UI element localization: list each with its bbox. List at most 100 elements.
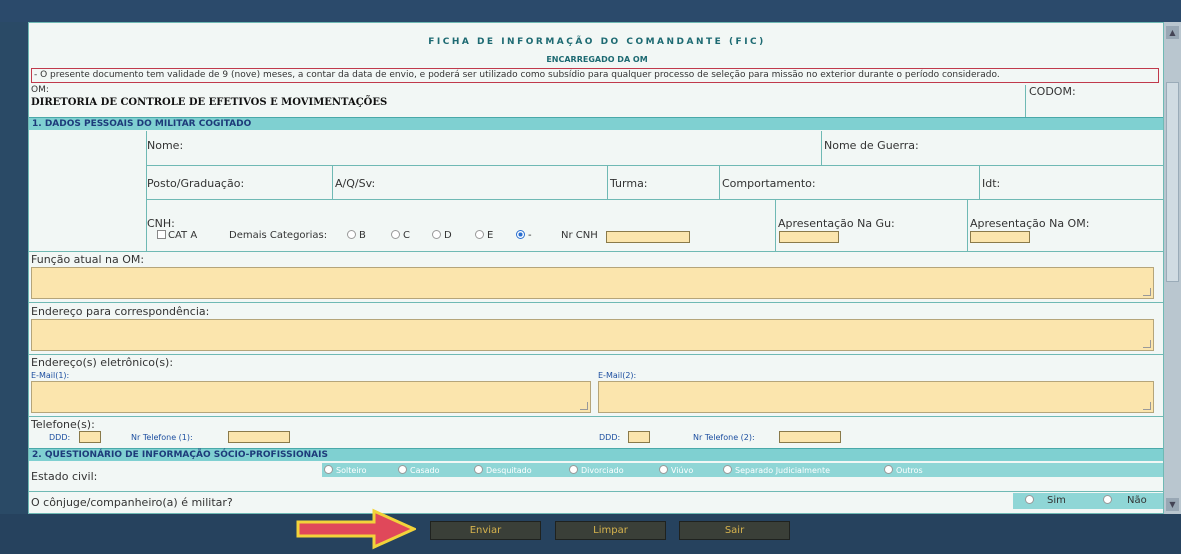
radio-icon[interactable] bbox=[1025, 495, 1034, 504]
scroll-thumb[interactable] bbox=[1166, 82, 1179, 282]
email2-label: E-Mail(2): bbox=[598, 371, 637, 380]
tel2-input[interactable] bbox=[779, 431, 841, 443]
nome-guerra-label: Nome de Guerra: bbox=[824, 139, 919, 152]
radio-selected-icon[interactable] bbox=[516, 230, 525, 239]
solteiro-label: Solteiro bbox=[336, 466, 367, 475]
cat-c-label: C bbox=[403, 230, 410, 241]
emails-label: Endereço(s) eletrônico(s): bbox=[31, 356, 174, 369]
radio-icon[interactable] bbox=[569, 465, 578, 474]
cat-e-label: E bbox=[487, 230, 494, 241]
radio-icon[interactable] bbox=[432, 230, 441, 239]
divider bbox=[146, 165, 1163, 166]
estado-desquitado[interactable]: Desquitado bbox=[474, 465, 532, 475]
apres-om-input[interactable] bbox=[970, 231, 1030, 243]
divider bbox=[29, 354, 1163, 355]
cat-a-option[interactable]: CAT A bbox=[157, 230, 197, 241]
estado-solteiro[interactable]: Solteiro bbox=[324, 465, 366, 475]
comportamento-label: Comportamento: bbox=[722, 177, 816, 190]
divider bbox=[29, 491, 1163, 492]
tel1-label: Nr Telefone (1): bbox=[131, 433, 193, 442]
tel1-input[interactable] bbox=[228, 431, 290, 443]
estado-casado[interactable]: Casado bbox=[398, 465, 440, 475]
estado-civil-label: Estado civil: bbox=[31, 470, 98, 483]
enviar-button[interactable]: Enviar bbox=[430, 521, 541, 540]
cat-c-option[interactable]: C bbox=[391, 230, 410, 241]
estado-separado[interactable]: Separado Judicialmente bbox=[723, 465, 830, 475]
endereco-textarea[interactable] bbox=[31, 319, 1154, 351]
cat-none-label: - bbox=[528, 230, 532, 241]
radio-icon[interactable] bbox=[884, 465, 893, 474]
divider bbox=[719, 165, 720, 199]
tel2-label: Nr Telefone (2): bbox=[693, 433, 755, 442]
radio-icon[interactable] bbox=[391, 230, 400, 239]
sair-button[interactable]: Sair bbox=[679, 521, 790, 540]
email1-textarea[interactable] bbox=[31, 381, 591, 413]
idt-label: Idt: bbox=[982, 177, 1001, 190]
funcao-label: Função atual na OM: bbox=[31, 253, 145, 266]
radio-icon[interactable] bbox=[1103, 495, 1112, 504]
om-value: DIRETORIA DE CONTROLE DE EFETIVOS E MOVI… bbox=[31, 97, 388, 108]
demais-label: Demais Categorias: bbox=[229, 230, 328, 241]
endereco-label: Endereço para correspondência: bbox=[31, 305, 210, 318]
cat-b-option[interactable]: B bbox=[347, 230, 366, 241]
apres-om-label: Apresentação Na OM: bbox=[970, 217, 1090, 230]
posto-label: Posto/Graduação: bbox=[147, 177, 245, 190]
divider bbox=[775, 199, 776, 251]
ddd1-label: DDD: bbox=[49, 433, 71, 442]
divorciado-label: Divorciado bbox=[581, 466, 624, 475]
radio-icon[interactable] bbox=[474, 465, 483, 474]
radio-icon[interactable] bbox=[659, 465, 668, 474]
vertical-scrollbar[interactable]: ▲ ▼ bbox=[1164, 22, 1181, 514]
codom-label: CODOM: bbox=[1029, 85, 1076, 98]
conjuge-sim[interactable]: Sim bbox=[1025, 495, 1066, 506]
om-label: OM: bbox=[31, 85, 49, 95]
radio-icon[interactable] bbox=[347, 230, 356, 239]
turma-label: Turma: bbox=[610, 177, 648, 190]
estado-viuvo[interactable]: Viúvo bbox=[659, 465, 693, 475]
divider bbox=[967, 199, 968, 251]
radio-icon[interactable] bbox=[324, 465, 333, 474]
cat-e-option[interactable]: E bbox=[475, 230, 493, 241]
estado-outros[interactable]: Outros bbox=[884, 465, 923, 475]
outros-label: Outros bbox=[896, 466, 923, 475]
cat-d-label: D bbox=[444, 230, 452, 241]
email2-textarea[interactable] bbox=[598, 381, 1154, 413]
divider bbox=[29, 302, 1163, 303]
section-1-header: 1. DADOS PESSOAIS DO MILITAR COGITADO bbox=[29, 117, 1163, 130]
cat-d-option[interactable]: D bbox=[432, 230, 452, 241]
arrow-pointer-icon bbox=[296, 508, 416, 550]
cat-a-label: CAT A bbox=[168, 230, 198, 241]
divider bbox=[607, 165, 608, 199]
top-bar bbox=[0, 0, 1181, 22]
radio-icon[interactable] bbox=[475, 230, 484, 239]
validity-notice: - O presente documento tem validade de 9… bbox=[31, 68, 1159, 83]
telefones-label: Telefone(s): bbox=[31, 418, 95, 431]
divider bbox=[332, 165, 333, 199]
divider bbox=[29, 416, 1163, 417]
funcao-textarea[interactable] bbox=[31, 267, 1154, 299]
divider bbox=[1025, 85, 1026, 117]
email1-label: E-Mail(1): bbox=[31, 371, 70, 380]
casado-label: Casado bbox=[410, 466, 440, 475]
desquitado-label: Desquitado bbox=[486, 466, 532, 475]
checkbox-icon[interactable] bbox=[157, 230, 166, 239]
nome-label: Nome: bbox=[147, 139, 184, 152]
limpar-button[interactable]: Limpar bbox=[555, 521, 666, 540]
conjuge-nao[interactable]: Não bbox=[1103, 495, 1147, 506]
ddd2-input[interactable] bbox=[628, 431, 650, 443]
apres-gu-input[interactable] bbox=[779, 231, 839, 243]
ddd2-label: DDD: bbox=[599, 433, 621, 442]
divider bbox=[821, 131, 822, 165]
form-frame: FICHA DE INFORMAÇÃO DO COMANDANTE (FIC) … bbox=[28, 22, 1164, 514]
estado-divorciado[interactable]: Divorciado bbox=[569, 465, 624, 475]
radio-icon[interactable] bbox=[723, 465, 732, 474]
scroll-up-icon[interactable]: ▲ bbox=[1166, 26, 1179, 39]
nao-label: Não bbox=[1127, 495, 1147, 506]
cat-none-option[interactable]: - bbox=[516, 230, 532, 241]
apres-gu-label: Apresentação Na Gu: bbox=[778, 217, 895, 230]
ddd1-input[interactable] bbox=[79, 431, 101, 443]
section-2-header: 2. QUESTIONÁRIO DE INFORMAÇÃO SÓCIO-PROF… bbox=[29, 448, 1163, 461]
scroll-down-icon[interactable]: ▼ bbox=[1166, 498, 1179, 511]
radio-icon[interactable] bbox=[398, 465, 407, 474]
nr-cnh-input[interactable] bbox=[606, 231, 690, 243]
